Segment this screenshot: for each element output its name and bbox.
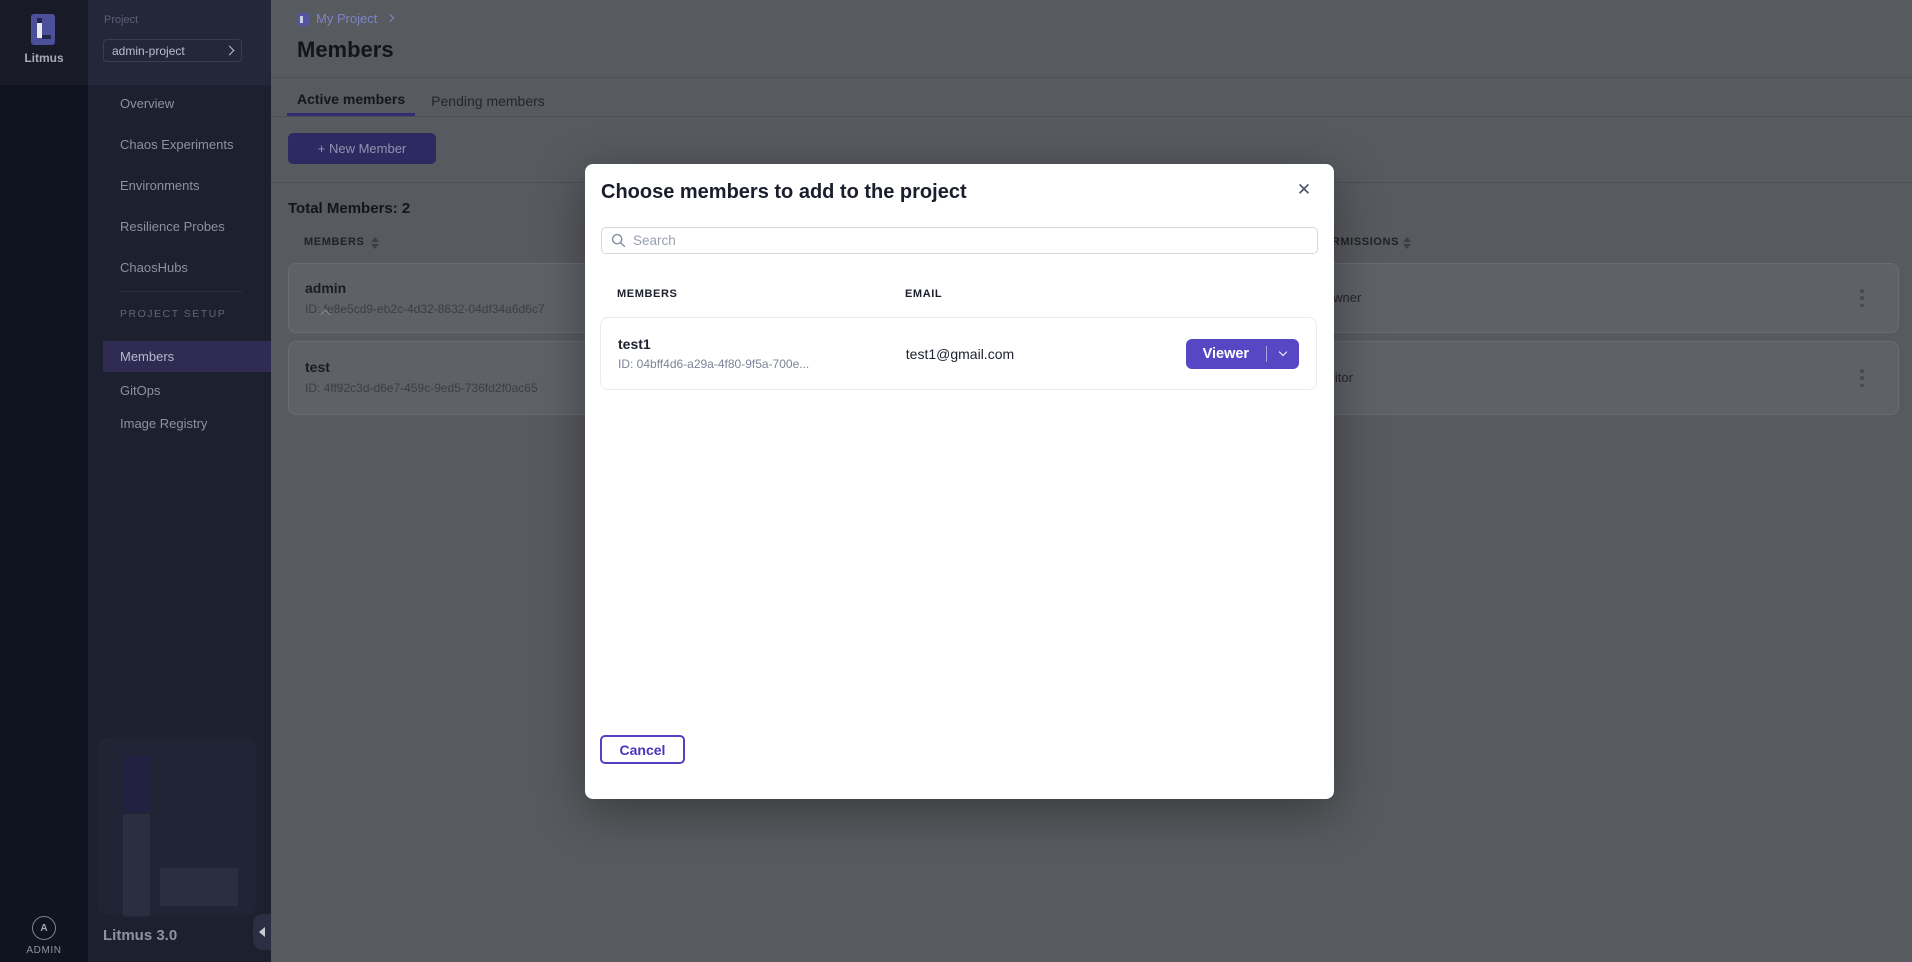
member-name: test — [305, 359, 330, 375]
project-setup-nav: Members GitOps Image Registry — [88, 341, 271, 440]
project-setup-label[interactable]: PROJECT SETUP — [120, 308, 226, 320]
project-select-value: admin-project — [112, 44, 226, 58]
litmus-watermark-logo — [98, 737, 256, 915]
dialog-column-members: MEMBERS — [617, 288, 677, 300]
add-members-dialog: Choose members to add to the project ✕ M… — [585, 164, 1334, 799]
breadcrumb-link[interactable]: My Project — [316, 11, 377, 26]
column-header-members: MEMBERS — [304, 236, 364, 248]
collapse-sidebar-button[interactable] — [253, 914, 271, 950]
chevron-down-icon — [1279, 348, 1287, 356]
kebab-menu-icon[interactable] — [1855, 289, 1869, 307]
search-icon — [611, 233, 626, 248]
brand-name: Litmus — [0, 51, 88, 65]
sidebar: Project admin-project Overview Chaos Exp… — [88, 0, 271, 962]
role-split-button: Viewer — [1186, 339, 1299, 369]
tabs-divider — [271, 116, 1912, 117]
sidebar-item-chaoshubs[interactable]: ChaosHubs — [88, 247, 271, 288]
sidebar-item-environments[interactable]: Environments — [88, 165, 271, 206]
kebab-menu-icon[interactable] — [1855, 369, 1869, 387]
project-select[interactable]: admin-project — [103, 39, 242, 62]
app-version: Litmus 3.0 — [103, 927, 177, 944]
sidebar-divider — [120, 291, 242, 292]
member-id: ID: 4ff92c3d-d6e7-459c-9ed5-736fd2f0ac65 — [305, 381, 538, 395]
new-member-button[interactable]: + New Member — [288, 133, 436, 164]
sidebar-item-gitops[interactable]: GitOps — [88, 374, 271, 407]
member-id: ID: fe8e5cd9-eb2c-4d32-8632-04df34a6d6c7 — [305, 302, 545, 316]
role-dropdown-button[interactable] — [1267, 339, 1299, 369]
breadcrumb-chevron-icon — [386, 14, 394, 22]
litmus-logo-icon[interactable] — [31, 14, 55, 45]
sort-icon[interactable] — [371, 237, 379, 249]
viewer-button[interactable]: Viewer — [1186, 346, 1267, 362]
candidate-row-test1: test1 ID: 04bff4d6-a29a-4f80-9f5a-700e..… — [600, 317, 1317, 390]
header-divider — [271, 77, 1912, 78]
dialog-title: Choose members to add to the project — [601, 181, 967, 204]
close-icon[interactable]: ✕ — [1292, 178, 1316, 202]
breadcrumb-project-icon — [297, 13, 310, 26]
candidate-email: test1@gmail.com — [906, 346, 1186, 362]
chevron-right-icon — [225, 46, 235, 56]
sidebar-nav: Overview Chaos Experiments Environments … — [88, 83, 271, 288]
member-name: admin — [305, 280, 346, 296]
sidebar-item-resilience-probes[interactable]: Resilience Probes — [88, 206, 271, 247]
cancel-button[interactable]: Cancel — [600, 735, 685, 764]
members-tabs: Active members Pending members — [287, 85, 561, 116]
dialog-column-email: EMAIL — [905, 288, 942, 300]
candidate-id: ID: 04bff4d6-a29a-4f80-9f5a-700e... — [618, 357, 906, 371]
sidebar-item-image-registry[interactable]: Image Registry — [88, 407, 271, 440]
page-title: Members — [297, 37, 394, 63]
litmus-app: Litmus A ADMIN Project admin-project Ove… — [0, 0, 1912, 962]
sidebar-item-members[interactable]: Members — [103, 341, 271, 372]
search-box — [601, 227, 1318, 254]
sort-icon[interactable] — [1403, 237, 1411, 249]
sidebar-item-overview[interactable]: Overview — [88, 83, 271, 124]
project-label: Project — [104, 14, 138, 26]
search-input[interactable] — [633, 233, 1317, 248]
user-role-label: ADMIN — [0, 945, 88, 956]
user-avatar[interactable]: A — [32, 916, 56, 940]
sidebar-item-chaos-experiments[interactable]: Chaos Experiments — [88, 124, 271, 165]
tab-active-members[interactable]: Active members — [287, 85, 415, 116]
brand-rail: Litmus A ADMIN — [0, 0, 88, 962]
candidate-name: test1 — [618, 336, 906, 352]
tab-pending-members[interactable]: Pending members — [421, 85, 555, 116]
collapse-arrow-icon — [259, 927, 265, 937]
total-members-label: Total Members: 2 — [288, 200, 410, 217]
